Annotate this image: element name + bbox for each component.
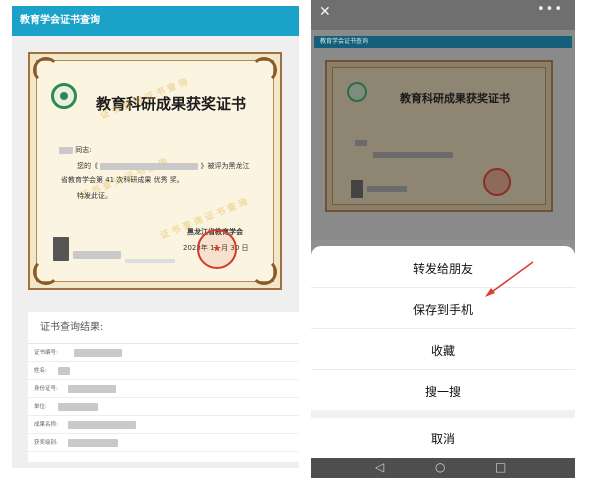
divider bbox=[311, 369, 575, 370]
redacted-info bbox=[125, 259, 175, 263]
cancel-button[interactable]: 取消 bbox=[311, 430, 575, 447]
result-row: 身份证号: bbox=[28, 380, 299, 398]
redacted-value bbox=[68, 439, 118, 447]
page-header: 教育学会证书查询 bbox=[12, 6, 299, 36]
certificate-line-1: 您的《 》被评为黑龙江 bbox=[77, 162, 250, 170]
result-row: 成果名称: bbox=[28, 416, 299, 434]
favorite-button[interactable]: 收藏 bbox=[311, 342, 575, 359]
result-row: 单位: bbox=[28, 398, 299, 416]
society-logo-icon bbox=[347, 82, 367, 102]
save-to-phone-button[interactable]: 保存到手机 bbox=[311, 301, 575, 318]
right-screenshot: ✕ ••• 教育学会证书查询 教育科研成果获奖证书 证书查询结果: 转发给朋友 bbox=[311, 0, 575, 478]
left-screenshot: 教育学会证书查询 教育科研成果获奖证书 证书查询证书查询 证书查询证书查询 证书… bbox=[12, 6, 299, 468]
certificate-frame: 教育科研成果获奖证书 bbox=[332, 67, 546, 205]
redacted-value bbox=[58, 367, 70, 375]
top-bar: ✕ ••• bbox=[311, 0, 575, 30]
page-header: 教育学会证书查询 bbox=[314, 36, 572, 48]
results-heading: 证书查询结果: bbox=[28, 312, 299, 344]
ornament-icon bbox=[251, 57, 277, 83]
system-nav-bar: ◁ ○ □ bbox=[311, 458, 575, 478]
result-row: 获奖级别: bbox=[28, 434, 299, 452]
certificate-image[interactable]: 教育科研成果获奖证书 证书查询证书查询 证书查询证书查询 证书查询证书查询 同志… bbox=[28, 52, 282, 290]
divider bbox=[311, 328, 575, 329]
certificate-frame: 教育科研成果获奖证书 证书查询证书查询 证书查询证书查询 证书查询证书查询 同志… bbox=[33, 57, 277, 285]
redacted-value bbox=[74, 349, 122, 357]
redacted-title bbox=[100, 162, 199, 170]
close-icon[interactable]: ✕ bbox=[319, 4, 331, 20]
redacted-value bbox=[58, 403, 98, 411]
result-row: 证书编号: bbox=[28, 344, 299, 362]
certificate-line-3: 特发此证。 bbox=[77, 192, 112, 200]
certificate-line-2: 省教育学会第 41 次科研成果 优秀 奖。 bbox=[61, 176, 184, 184]
certificate-salutation: 同志: bbox=[59, 145, 92, 155]
result-row: 姓名: bbox=[28, 362, 299, 380]
certificate-image: 教育科研成果获奖证书 bbox=[325, 60, 553, 212]
redacted-photo bbox=[53, 237, 69, 261]
redacted-name bbox=[59, 146, 73, 154]
redacted-value bbox=[68, 385, 116, 393]
redacted-title bbox=[373, 152, 453, 158]
official-stamp-icon bbox=[197, 229, 237, 269]
society-logo-icon bbox=[51, 83, 77, 109]
query-results: 证书查询结果: 证书编号: 姓名: 身份证号: 单位: 成果名称: 获奖级别: bbox=[28, 312, 299, 462]
search-button[interactable]: 搜一搜 bbox=[311, 383, 575, 400]
redacted-name bbox=[355, 140, 367, 146]
official-stamp-icon bbox=[483, 168, 511, 196]
red-arrow-icon bbox=[485, 261, 534, 297]
redacted-value bbox=[68, 421, 136, 429]
home-icon[interactable]: ○ bbox=[435, 460, 445, 474]
certificate-title: 教育科研成果获奖证书 bbox=[400, 92, 510, 105]
redacted-photo bbox=[351, 180, 363, 198]
ornament-icon bbox=[33, 57, 59, 83]
dimmed-page: 教育学会证书查询 教育科研成果获奖证书 证书查询结果: bbox=[311, 30, 575, 270]
ornament-icon bbox=[33, 259, 59, 285]
redacted-info bbox=[367, 186, 407, 192]
redacted-info bbox=[73, 251, 121, 259]
recent-apps-icon[interactable]: □ bbox=[495, 460, 506, 474]
more-icon[interactable]: ••• bbox=[537, 2, 563, 17]
divider bbox=[311, 410, 575, 418]
back-icon[interactable]: ◁ bbox=[375, 460, 384, 474]
ornament-icon bbox=[251, 259, 277, 285]
